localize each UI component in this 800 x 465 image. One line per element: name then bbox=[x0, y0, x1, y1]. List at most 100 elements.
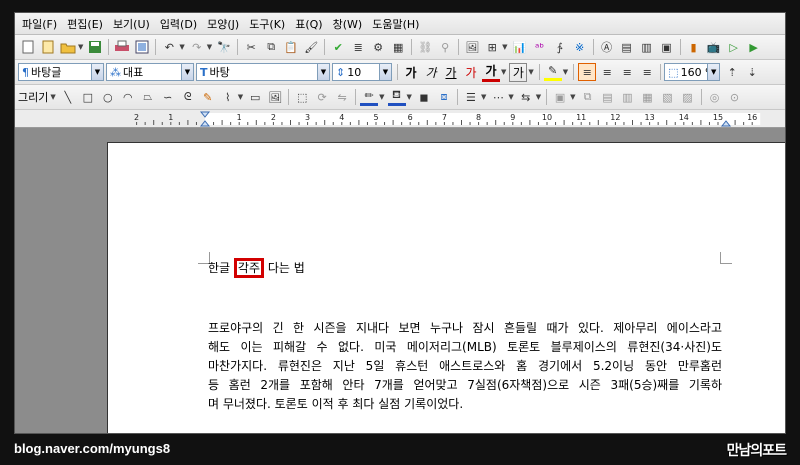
formula-icon[interactable]: ∱ bbox=[551, 38, 569, 56]
redo-icon[interactable]: ↷ bbox=[188, 38, 206, 56]
run-icon[interactable]: ▶ bbox=[745, 38, 763, 56]
group-icon[interactable]: ▣ bbox=[551, 88, 569, 106]
undo-dropdown-arrow[interactable]: ▼ bbox=[179, 43, 184, 51]
char-effect-button[interactable]: 가 bbox=[509, 62, 528, 82]
highlighter-dropdown-arrow[interactable]: ▼ bbox=[563, 68, 568, 76]
menu-file[interactable]: 파일(F) bbox=[17, 16, 62, 32]
header-icon[interactable]: ▣ bbox=[658, 38, 676, 56]
align-objects-icon[interactable]: ⧉ bbox=[579, 88, 597, 106]
font-color-button[interactable]: 가 bbox=[482, 62, 500, 82]
pencil-tool-icon[interactable]: ✎ bbox=[199, 88, 217, 106]
chevron-down-icon[interactable]: ▼ bbox=[317, 64, 329, 80]
font-type-combo[interactable]: ⁂ 대표 ▼ bbox=[106, 63, 194, 81]
select-objects-icon[interactable]: ⬚ bbox=[293, 88, 311, 106]
columns-icon[interactable]: ▦ bbox=[389, 38, 407, 56]
undo-icon[interactable]: ↶ bbox=[160, 38, 178, 56]
menu-table[interactable]: 표(Q) bbox=[290, 16, 327, 32]
line-spacing-down-icon[interactable]: ⇣ bbox=[743, 63, 761, 81]
object-props-icon[interactable]: ◎ bbox=[706, 88, 724, 106]
chevron-down-icon[interactable]: ▼ bbox=[379, 64, 391, 80]
print-preview-icon[interactable] bbox=[133, 38, 151, 56]
textart-icon[interactable]: ᵃᵇ bbox=[531, 38, 549, 56]
flip-icon[interactable]: ⇋ bbox=[333, 88, 351, 106]
picture-icon[interactable]: 🖼 bbox=[463, 38, 481, 56]
font-size-combo[interactable]: ⇕ 10 ▼ bbox=[332, 63, 392, 81]
menu-window[interactable]: 창(W) bbox=[328, 16, 368, 32]
open-dropdown-arrow[interactable]: ▼ bbox=[78, 43, 83, 51]
document-heading[interactable]: 한글 각주 다는 법 bbox=[208, 258, 305, 278]
connector-tool-icon[interactable]: ⌇ bbox=[219, 88, 237, 106]
picture-tool-icon[interactable]: 🖼 bbox=[266, 88, 284, 106]
chevron-down-icon[interactable]: ▼ bbox=[181, 64, 193, 80]
symbol-icon[interactable]: ※ bbox=[571, 38, 589, 56]
rotate-icon[interactable]: ⟳ bbox=[313, 88, 331, 106]
cut-icon[interactable]: ✂ bbox=[242, 38, 260, 56]
align-right-icon[interactable]: ≡ bbox=[638, 63, 656, 81]
snap-icon[interactable]: ▧ bbox=[659, 88, 677, 106]
horizontal-ruler[interactable]: 2 1 1 2 3 4 5 6 7 8 9 10 11 12 13 14 15 16 bbox=[15, 110, 785, 128]
arrow-style-dropdown-arrow[interactable]: ▼ bbox=[536, 93, 541, 101]
style-combo[interactable]: ¶ 바탕글 ▼ bbox=[18, 63, 104, 81]
memo-icon[interactable]: ▮ bbox=[685, 38, 703, 56]
copy-icon[interactable]: ⧉ bbox=[262, 38, 280, 56]
table-dropdown-arrow[interactable]: ▼ bbox=[502, 43, 507, 51]
hyperlink-icon[interactable]: ⛓ bbox=[416, 38, 434, 56]
arc-tool-icon[interactable]: ◠ bbox=[119, 88, 137, 106]
para-shape-icon[interactable]: ▤ bbox=[618, 38, 636, 56]
group-dropdown-arrow[interactable]: ▼ bbox=[570, 93, 575, 101]
char-shape-icon[interactable]: Ⓐ bbox=[598, 38, 616, 56]
align-center-icon[interactable]: ≡ bbox=[618, 63, 636, 81]
open-folder-icon[interactable] bbox=[59, 38, 77, 56]
justify-icon[interactable]: ≡ bbox=[578, 63, 597, 81]
connector-dropdown-arrow[interactable]: ▼ bbox=[238, 93, 243, 101]
document-body[interactable]: 프로야구의 긴 한 시즌을 지내다 보면 누구나 잠시 흔들릴 때가 있다. 제… bbox=[208, 319, 722, 414]
format-painter-icon[interactable]: 🖌 bbox=[302, 38, 320, 56]
curve-tool-icon[interactable]: ∽ bbox=[159, 88, 177, 106]
spellcheck-icon[interactable]: ✔ bbox=[329, 38, 347, 56]
new-doc-icon[interactable] bbox=[19, 38, 37, 56]
line-tool-icon[interactable]: ╲ bbox=[59, 88, 77, 106]
font-name-combo[interactable]: T 바탕 ▼ bbox=[196, 63, 330, 81]
presentation-icon[interactable]: 📺 bbox=[705, 38, 723, 56]
highlighter-icon[interactable]: ✎ bbox=[543, 63, 562, 81]
macro-icon[interactable]: ▷ bbox=[725, 38, 743, 56]
order-back-icon[interactable]: ▦ bbox=[639, 88, 657, 106]
fill-color-icon[interactable]: ⛾ bbox=[387, 88, 406, 106]
shadow-icon[interactable]: ◼ bbox=[415, 88, 433, 106]
menu-edit[interactable]: 편집(E) bbox=[62, 16, 108, 32]
textbox-tool-icon[interactable]: ▭ bbox=[246, 88, 264, 106]
redo-dropdown-arrow[interactable]: ▼ bbox=[207, 43, 212, 51]
fill-color-dropdown-arrow[interactable]: ▼ bbox=[407, 93, 412, 101]
chevron-down-icon[interactable]: ▼ bbox=[707, 64, 720, 80]
line-color-icon[interactable]: ✏ bbox=[360, 88, 379, 106]
menu-insert[interactable]: 입력(D) bbox=[155, 16, 202, 32]
underline-button[interactable]: 가 bbox=[442, 64, 460, 81]
page-setup-icon[interactable]: ▥ bbox=[638, 38, 656, 56]
drawing-dropdown-arrow[interactable]: ▼ bbox=[50, 93, 55, 101]
line-style-icon[interactable]: ☰ bbox=[462, 88, 480, 106]
line-dash-icon[interactable]: ⋯ bbox=[489, 88, 507, 106]
grid-icon[interactable]: ▨ bbox=[679, 88, 697, 106]
save-icon[interactable] bbox=[86, 38, 104, 56]
bring-front-icon[interactable]: ⧈ bbox=[435, 88, 453, 106]
menu-format[interactable]: 모양(J) bbox=[202, 16, 244, 32]
align-left-icon[interactable]: ≡ bbox=[598, 63, 616, 81]
new-template-icon[interactable] bbox=[39, 38, 57, 56]
line-spacing-up-icon[interactable]: ⇡ bbox=[723, 63, 741, 81]
menu-help[interactable]: 도움말(H) bbox=[367, 16, 424, 32]
bold-button[interactable]: 가 bbox=[402, 64, 420, 81]
ellipse-tool-icon[interactable]: ○ bbox=[99, 88, 117, 106]
menu-tools[interactable]: 도구(K) bbox=[244, 16, 290, 32]
char-effect-dropdown-arrow[interactable]: ▼ bbox=[528, 68, 533, 76]
edit-points-icon[interactable]: ⊙ bbox=[726, 88, 744, 106]
font-color-dropdown-arrow[interactable]: ▼ bbox=[501, 68, 506, 76]
zoom-combo[interactable]: ⬚ 160 % ▼ bbox=[664, 63, 721, 81]
menu-view[interactable]: 보기(U) bbox=[108, 16, 155, 32]
chart-icon[interactable]: 📊 bbox=[511, 38, 529, 56]
rectangle-tool-icon[interactable]: □ bbox=[79, 88, 97, 106]
distribute-icon[interactable]: ▤ bbox=[599, 88, 617, 106]
table-icon[interactable]: ⊞ bbox=[483, 38, 501, 56]
paste-icon[interactable]: 📋 bbox=[282, 38, 300, 56]
style-icon[interactable]: ⚙ bbox=[369, 38, 387, 56]
bookmark-icon[interactable]: ⚲ bbox=[436, 38, 454, 56]
